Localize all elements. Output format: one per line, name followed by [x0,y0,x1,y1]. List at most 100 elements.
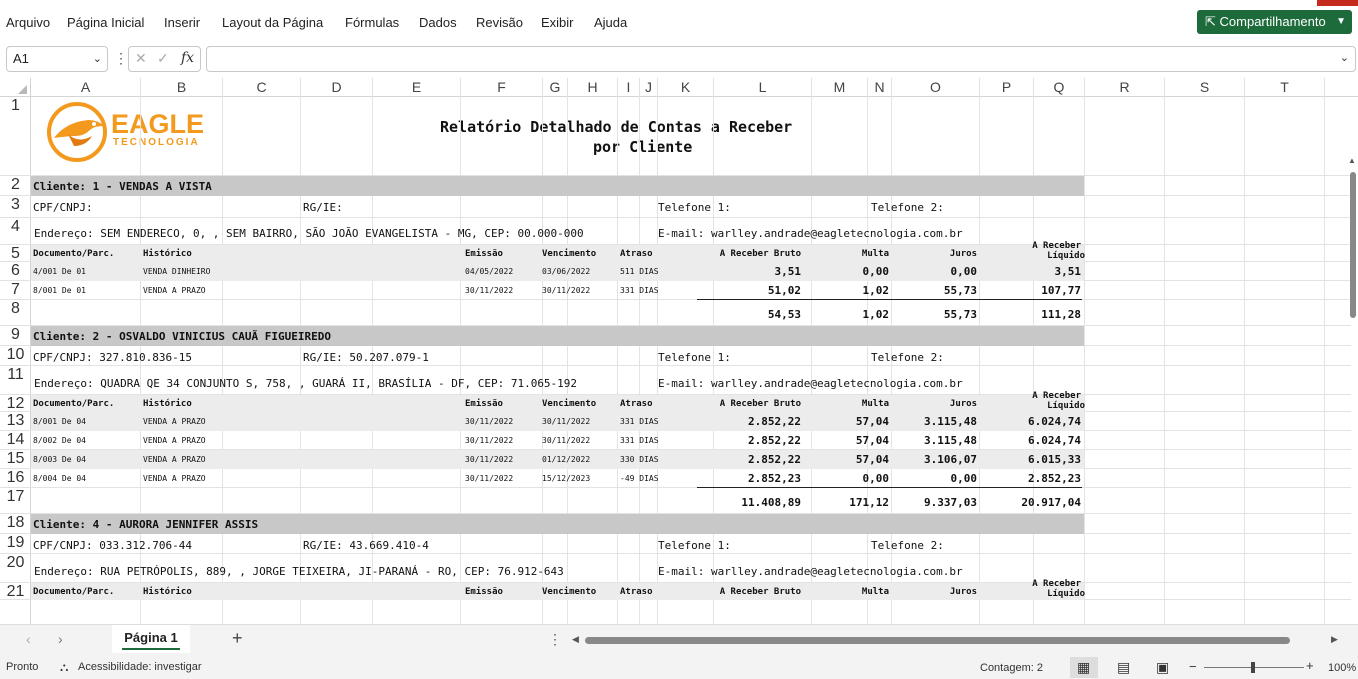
atraso-cell[interactable]: 331 DIAS [620,417,659,426]
row-header-10[interactable]: 10 [0,346,31,366]
zoom-slider-thumb[interactable] [1251,662,1255,673]
column-header-p[interactable]: P [980,78,1034,97]
column-header-n[interactable]: N [868,78,892,97]
historico-cell[interactable]: VENDA DINHEIRO [143,267,210,276]
page-layout-icon[interactable]: ▤ [1117,659,1130,676]
liquido-cell[interactable]: 2.852,23 [1028,472,1081,485]
historico-cell[interactable]: VENDA A PRAZO [143,474,206,483]
column-header-f[interactable]: F [461,78,543,97]
liquido-cell[interactable]: 3,51 [1055,265,1082,278]
bruto-cell[interactable]: 2.852,22 [748,434,801,447]
row-header-14[interactable]: 14 [0,431,31,450]
bruto-cell[interactable]: 2.852,22 [748,415,801,428]
atraso-cell[interactable]: -49 DIAS [620,474,659,483]
row-header-1[interactable]: 1 [0,97,31,176]
chevron-down-icon[interactable]: ▼ [1336,10,1346,34]
menu-dados[interactable]: Dados [419,15,457,30]
total-multa[interactable]: 1,02 [863,308,890,321]
doc-cell[interactable]: 4/001 De 01 [33,267,86,276]
row-header-15[interactable]: 15 [0,450,31,469]
horizontal-scroll-thumb[interactable] [585,637,1290,644]
menu-revisao[interactable]: Revisão [476,15,523,30]
juros-cell[interactable]: 0,00 [951,265,978,278]
zoom-out-icon[interactable]: − [1189,659,1197,674]
total-liquido[interactable]: 20.917,04 [1021,496,1081,509]
total-bruto[interactable]: 54,53 [768,308,801,321]
row-header-5[interactable]: 5 [0,245,31,262]
emissao-cell[interactable]: 30/11/2022 [465,286,513,295]
bruto-cell[interactable]: 2.852,23 [748,472,801,485]
vencimento-cell[interactable]: 30/11/2022 [542,436,590,445]
accessibility-status[interactable]: Acessibilidade: investigar [78,661,202,673]
row-header-19[interactable]: 19 [0,534,31,554]
scroll-left-icon[interactable]: ◀ [572,634,579,645]
row-header-17[interactable]: 17 [0,488,31,514]
check-icon[interactable]: ✓ [157,50,169,67]
atraso-cell[interactable]: 331 DIAS [620,286,659,295]
liquido-cell[interactable]: 107,77 [1041,284,1081,297]
juros-cell[interactable]: 3.106,07 [924,453,977,466]
chevron-down-icon[interactable]: ⌄ [1340,51,1349,64]
row-header-8[interactable]: 8 [0,300,31,326]
tab-prev-icon[interactable]: ‹ [26,631,31,647]
column-header-m[interactable]: M [812,78,868,97]
column-header-c[interactable]: C [223,78,301,97]
juros-cell[interactable]: 0,00 [951,472,978,485]
atraso-cell[interactable]: 511 DIAS [620,267,659,276]
vencimento-cell[interactable]: 01/12/2022 [542,455,590,464]
column-header-g[interactable]: G [543,78,568,97]
accessibility-icon[interactable]: ⛬ [60,660,68,675]
column-header-j[interactable]: J [640,78,658,97]
row-header-9[interactable]: 9 [0,326,31,346]
share-button[interactable]: ⇱ Compartilhamento ▼ [1197,10,1352,34]
column-header-o[interactable]: O [892,78,980,97]
total-liquido[interactable]: 111,28 [1041,308,1081,321]
row-header-6[interactable]: 6 [0,262,31,281]
menu-ajuda[interactable]: Ajuda [594,15,627,30]
multa-cell[interactable]: 1,02 [863,284,890,297]
column-header-r[interactable]: R [1085,78,1165,97]
row-header-21[interactable]: 21 [0,583,31,600]
doc-cell[interactable]: 8/004 De 04 [33,474,86,483]
multa-cell[interactable]: 57,04 [856,415,889,428]
historico-cell[interactable]: VENDA A PRAZO [143,436,206,445]
vencimento-cell[interactable]: 03/06/2022 [542,267,590,276]
total-juros[interactable]: 9.337,03 [924,496,977,509]
page-break-icon[interactable]: ▣ [1156,659,1169,676]
menu-formulas[interactable]: Fórmulas [345,15,399,30]
bruto-cell[interactable]: 2.852,22 [748,453,801,466]
vencimento-cell[interactable]: 15/12/2023 [542,474,590,483]
more-icon[interactable]: ⋮ [114,50,128,67]
total-juros[interactable]: 55,73 [944,308,977,321]
vencimento-cell[interactable]: 30/11/2022 [542,417,590,426]
emissao-cell[interactable]: 30/11/2022 [465,417,513,426]
liquido-cell[interactable]: 6.015,33 [1028,453,1081,466]
historico-cell[interactable]: VENDA A PRAZO [143,286,206,295]
emissao-cell[interactable]: 30/11/2022 [465,436,513,445]
bruto-cell[interactable]: 51,02 [768,284,801,297]
sheet-tab-pagina-1[interactable]: Página 1 [112,625,190,653]
row-header-2[interactable]: 2 [0,176,31,196]
multa-cell[interactable]: 0,00 [863,265,890,278]
column-header-b[interactable]: B [141,78,223,97]
menu-inserir[interactable]: Inserir [164,15,200,30]
column-header-l[interactable]: L [714,78,812,97]
total-multa[interactable]: 171,12 [849,496,889,509]
bruto-cell[interactable]: 3,51 [775,265,802,278]
column-header-i[interactable]: I [618,78,640,97]
column-header-h[interactable]: H [568,78,618,97]
column-header-e[interactable]: E [373,78,461,97]
vertical-scrollbar[interactable]: ▲ ▼ [1348,156,1358,624]
juros-cell[interactable]: 3.115,48 [924,415,977,428]
multa-cell[interactable]: 57,04 [856,453,889,466]
zoom-level[interactable]: 100% [1328,662,1356,674]
zoom-in-icon[interactable]: + [1306,658,1314,673]
column-header-t[interactable]: T [1245,78,1325,97]
vencimento-cell[interactable]: 30/11/2022 [542,286,590,295]
doc-cell[interactable]: 8/003 De 04 [33,455,86,464]
scroll-up-icon[interactable]: ▲ [1348,156,1356,165]
atraso-cell[interactable]: 331 DIAS [620,436,659,445]
formula-input[interactable]: ⌄ [206,46,1356,72]
multa-cell[interactable]: 0,00 [863,472,890,485]
row-header-12[interactable]: 12 [0,395,31,412]
